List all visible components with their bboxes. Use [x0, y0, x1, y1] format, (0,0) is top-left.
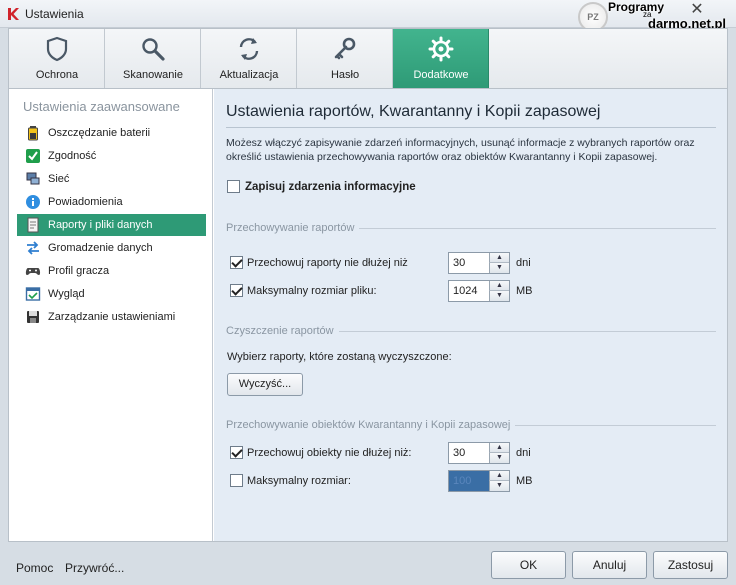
max-report-size-stepper[interactable]: 1024 ▲ ▼: [448, 280, 510, 302]
stepper-value: 30: [453, 257, 466, 269]
title-divider: [226, 127, 716, 128]
tab-haslo[interactable]: Hasło: [297, 29, 393, 89]
stepper-down-button[interactable]: ▼: [489, 263, 509, 273]
section-title-clear: Czyszczenie raportów: [226, 325, 339, 337]
tab-label: Ochrona: [35, 69, 79, 81]
sidebar-item-label: Oszczędzanie baterii: [48, 127, 151, 139]
tab-dodatkowe[interactable]: Dodatkowe: [393, 29, 489, 89]
keep-objects-checkbox[interactable]: [230, 446, 243, 459]
help-link[interactable]: Pomoc: [16, 561, 53, 575]
unit-mb: MB: [516, 475, 533, 487]
tab-aktualizacja[interactable]: Aktualizacja: [201, 29, 297, 89]
sidebar-item-notifications[interactable]: Powiadomienia: [17, 191, 206, 213]
max-quarantine-size-label: Maksymalny rozmiar:: [247, 475, 351, 487]
stepper-value: 1024: [453, 285, 478, 297]
stepper-down-button[interactable]: ▼: [489, 291, 509, 301]
reports-icon: [27, 217, 39, 233]
sidebar-item-reports[interactable]: Raporty i pliki danych: [17, 214, 206, 236]
stepper-value: 100: [449, 471, 489, 491]
stepper-up-button[interactable]: ▲: [489, 281, 509, 291]
tab-skanowanie[interactable]: Skanowanie: [105, 29, 201, 89]
tab-label: Skanowanie: [123, 69, 183, 81]
sidebar-item-network[interactable]: Sieć: [17, 168, 206, 190]
tab-bar: Ochrona Skanowanie Aktualizacja Hasło Do…: [8, 28, 728, 89]
magnifier-icon: [142, 38, 165, 61]
clear-reports-prompt: Wybierz raporty, które zostaną wyczyszcz…: [227, 351, 452, 363]
info-icon: [26, 195, 40, 209]
window-title: Ustawienia: [25, 7, 84, 21]
stepper-up-button[interactable]: ▲: [489, 253, 509, 263]
gamepad-icon: [25, 268, 41, 275]
log-informational-label: Zapisuj zdarzenia informacyjne: [245, 181, 416, 193]
stepper-down-button[interactable]: ▼: [489, 453, 509, 463]
kaspersky-logo-icon: [8, 8, 19, 20]
sidebar-item-compatibility[interactable]: Zgodność: [17, 145, 206, 167]
checkmark-icon: [26, 149, 40, 163]
page-title: Ustawienia raportów, Kwarantanny i Kopii…: [226, 103, 601, 120]
sidebar-item-label: Gromadzenie danych: [48, 242, 153, 254]
description-text: Możesz włączyć zapisywanie zdarzeń infor…: [226, 137, 695, 163]
cancel-button[interactable]: Anuluj: [572, 551, 647, 579]
log-informational-checkbox[interactable]: [227, 180, 240, 193]
stepper-value: 30: [453, 447, 466, 459]
keep-reports-checkbox[interactable]: [230, 256, 243, 269]
sidebar-heading: Ustawienia zaawansowane: [23, 99, 180, 114]
tab-ochrona[interactable]: Ochrona: [9, 29, 105, 89]
stepper-up-button[interactable]: ▲: [489, 471, 509, 481]
ok-button[interactable]: OK: [491, 551, 566, 579]
stepper-up-button[interactable]: ▲: [489, 443, 509, 453]
exchange-arrows-icon: [27, 241, 39, 255]
keep-objects-days-stepper[interactable]: 30 ▲ ▼: [448, 442, 510, 464]
sidebar-item-label: Sieć: [48, 173, 70, 185]
clear-reports-button[interactable]: Wyczyść...: [227, 373, 303, 396]
unit-days: dni: [516, 257, 531, 269]
max-quarantine-size-stepper[interactable]: 100 ▲ ▼: [448, 470, 510, 492]
sidebar-item-data-collection[interactable]: Gromadzenie danych: [17, 237, 206, 259]
sidebar-item-battery[interactable]: Oszczędzanie baterii: [17, 122, 206, 144]
sidebar-item-label: Profil gracza: [48, 265, 110, 277]
tab-label: Dodatkowe: [413, 69, 469, 81]
gear-icon: [428, 36, 454, 62]
network-icon: [26, 172, 40, 185]
sidebar-item-settings-management[interactable]: Zarządzanie ustawieniami: [17, 306, 206, 328]
sidebar-item-label: Wygląd: [48, 288, 85, 300]
content-area: Ustawienia raportów, Kwarantanny i Kopii…: [214, 89, 727, 541]
refresh-icon: [239, 38, 259, 60]
sidebar-item-label: Powiadomienia: [48, 196, 123, 208]
sidebar-item-appearance[interactable]: Wygląd: [17, 283, 206, 305]
shield-icon: [46, 36, 68, 62]
appearance-icon: [25, 287, 41, 301]
unit-days: dni: [516, 447, 531, 459]
unit-mb: MB: [516, 285, 533, 297]
sidebar-item-label: Raporty i pliki danych: [48, 219, 153, 231]
max-report-size-label: Maksymalny rozmiar pliku:: [247, 285, 377, 297]
keep-reports-days-stepper[interactable]: 30 ▲ ▼: [448, 252, 510, 274]
max-quarantine-size-checkbox[interactable]: [230, 474, 243, 487]
tab-label: Hasło: [330, 69, 360, 81]
section-title-quarantine: Przechowywanie obiektów Kwarantanny i Ko…: [226, 419, 516, 431]
sidebar: Ustawienia zaawansowane Oszczędzanie bat…: [9, 89, 213, 541]
battery-icon: [28, 126, 38, 141]
tab-label: Aktualizacja: [219, 69, 279, 81]
main-panel: Ustawienia zaawansowane Oszczędzanie bat…: [8, 88, 728, 542]
sidebar-item-gamer-profile[interactable]: Profil gracza: [17, 260, 206, 282]
keep-reports-label: Przechowuj raporty nie dłużej niż: [247, 257, 408, 269]
save-disk-icon: [27, 311, 39, 323]
restore-link[interactable]: Przywróć...: [65, 561, 124, 575]
max-report-size-checkbox[interactable]: [230, 284, 243, 297]
apply-button[interactable]: Zastosuj: [653, 551, 728, 579]
key-icon: [334, 37, 356, 60]
sidebar-item-label: Zgodność: [48, 150, 97, 162]
keep-objects-label: Przechowuj obiekty nie dłużej niż:: [247, 447, 412, 459]
section-title-reports: Przechowywanie raportów: [226, 222, 360, 234]
sidebar-item-label: Zarządzanie ustawieniami: [48, 311, 176, 323]
stepper-down-button[interactable]: ▼: [489, 481, 509, 491]
watermark-text-1: Programy: [608, 0, 665, 14]
